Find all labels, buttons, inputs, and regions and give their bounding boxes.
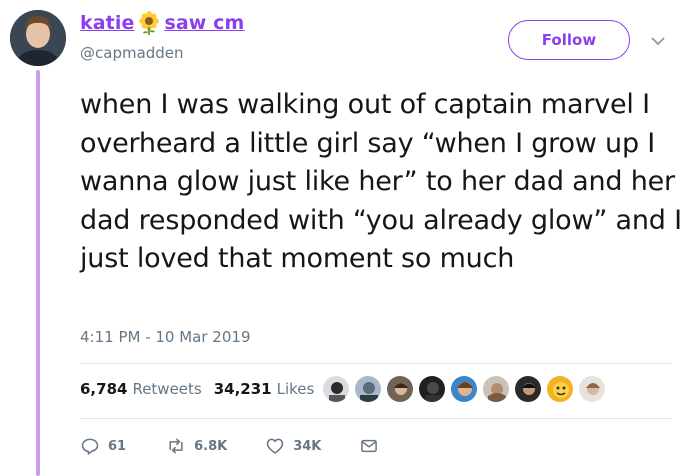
liker-avatar-7[interactable] <box>514 375 542 403</box>
reply-button[interactable]: 61 <box>80 436 126 456</box>
retweet-icon <box>169 438 183 454</box>
tweet-actions: 61 6.8K 34K <box>80 436 379 456</box>
liker-avatar-2[interactable] <box>354 375 382 403</box>
reply-icon <box>81 438 99 455</box>
like-button[interactable]: 34K <box>265 436 321 456</box>
likes-label: Likes <box>276 380 315 398</box>
divider <box>80 418 672 419</box>
retweets-label: Retweets <box>132 380 202 398</box>
heart-icon <box>266 438 284 454</box>
retweet-count: 6.8K <box>194 438 228 454</box>
liker-avatar-1[interactable] <box>322 375 350 403</box>
liker-avatar-3[interactable] <box>386 375 414 403</box>
retweets-count: 6,784 <box>80 380 128 398</box>
tweet-text: when I was walking out of captain marvel… <box>80 89 682 274</box>
liker-avatar-5[interactable] <box>450 375 478 403</box>
tweet-stats: 6,784 Retweets 34,231 Likes <box>80 380 326 398</box>
display-name-first[interactable]: katie <box>80 12 134 34</box>
liker-avatar-6[interactable] <box>482 375 510 403</box>
avatar[interactable] <box>10 10 66 66</box>
envelope-icon <box>361 439 378 453</box>
retweet-button[interactable]: 6.8K <box>166 436 227 456</box>
retweets-stat[interactable]: 6,784 Retweets <box>80 380 202 398</box>
display-name-second[interactable]: saw cm <box>164 12 244 34</box>
liker-avatar-8[interactable] <box>546 375 574 403</box>
follow-button[interactable]: Follow <box>508 20 630 60</box>
liker-avatar-4[interactable] <box>418 375 446 403</box>
divider <box>80 363 672 364</box>
chevron-down-icon[interactable] <box>650 32 666 46</box>
avatar-photo <box>10 10 66 66</box>
thread-line <box>36 70 40 476</box>
liker-avatar-9[interactable] <box>578 375 606 403</box>
sunflower-icon <box>137 11 161 35</box>
direct-message-button[interactable] <box>359 436 379 456</box>
liker-avatars <box>322 375 606 403</box>
likes-stat[interactable]: 34,231 Likes <box>214 380 315 398</box>
likes-count: 34,231 <box>213 380 272 398</box>
like-count: 34K <box>293 438 322 454</box>
user-name-row[interactable]: katie saw cm <box>80 11 244 35</box>
reply-count: 61 <box>108 438 127 454</box>
user-handle[interactable]: @capmadden <box>80 44 184 62</box>
tweet-timestamp[interactable]: 4:11 PM - 10 Mar 2019 <box>80 328 251 346</box>
